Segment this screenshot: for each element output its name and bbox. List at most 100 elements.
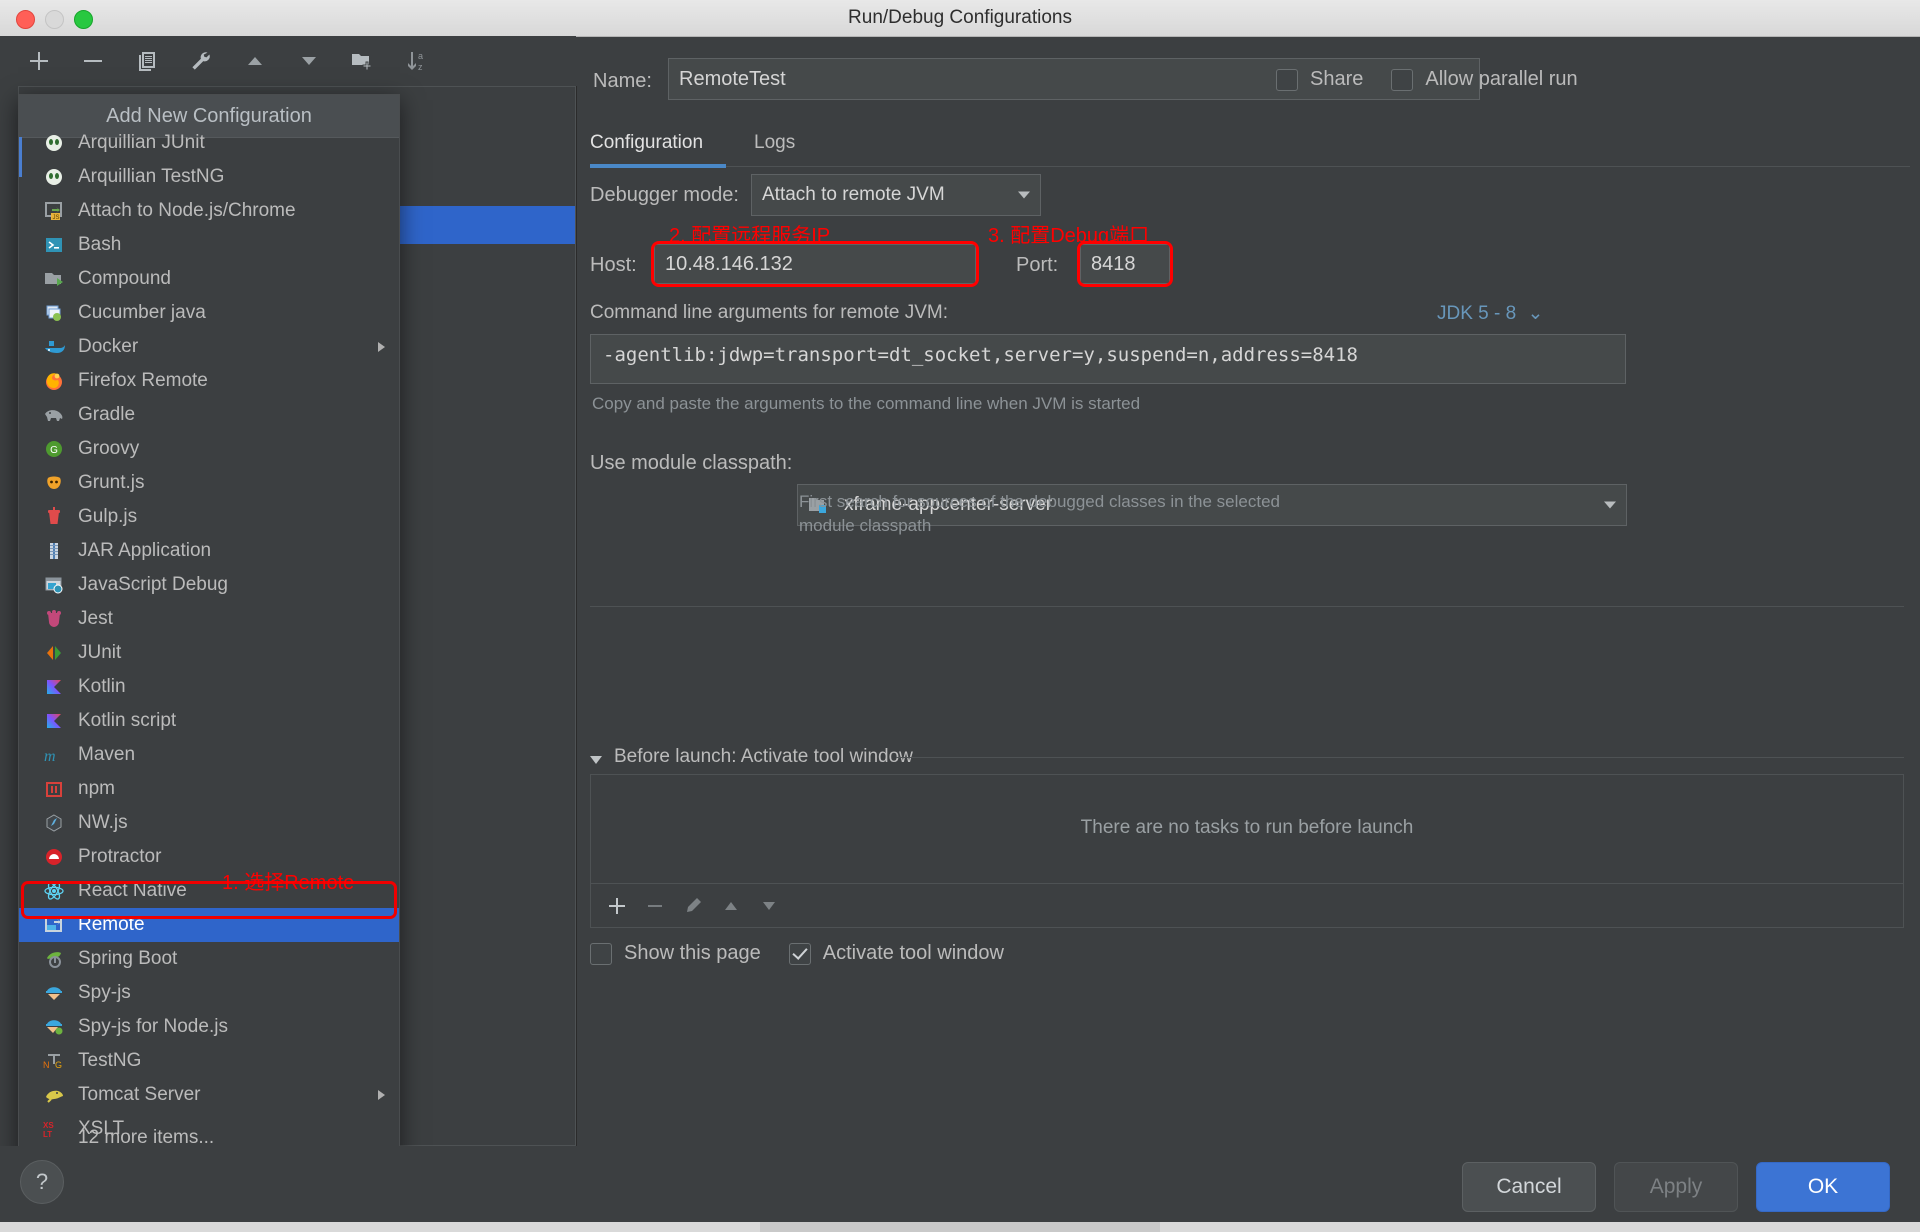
before-launch-rule [896,757,1904,758]
popup-item-remote[interactable]: Remote [19,908,399,942]
popup-item-label: Spy-js [78,982,131,1003]
popup-item-label: JavaScript Debug [78,574,228,595]
popup-item-javascript-debug[interactable]: JavaScript Debug [19,568,399,602]
move-task-up-button[interactable] [715,890,747,922]
allow-parallel-run-checkbox[interactable] [1391,68,1414,91]
popup-item-gulp-js[interactable]: Gulp.js [19,500,399,534]
svg-text:z: z [418,62,423,72]
remove-task-button[interactable] [639,890,671,922]
popup-item-grunt-js[interactable]: Grunt.js [19,466,399,500]
activate-tool-window-checkbox[interactable] [788,942,811,965]
popup-item-list: Arquillian JUnit Arquillian TestNG JS Attac… [19,126,399,1146]
popup-item-label: Firefox Remote [78,370,208,391]
share-checkbox[interactable] [1276,68,1298,91]
copy-configuration-button[interactable] [130,44,164,78]
popup-item-jar-application[interactable]: JAR Application [19,534,399,568]
before-launch-toolbar [590,884,1904,928]
popup-item-compound[interactable]: Compound [19,262,399,296]
popup-item-cucumber-java[interactable]: Cucumber java [19,296,399,330]
popup-item-junit[interactable]: JUnit [19,636,399,670]
edit-templates-button[interactable] [184,44,218,78]
apply-button[interactable]: Apply [1614,1162,1738,1212]
react-native-icon [41,880,67,902]
move-task-down-button[interactable] [753,890,785,922]
arquillian-junit-icon [41,132,67,154]
edit-task-button[interactable] [677,890,709,922]
before-launch-options: Show this page Activate tool window [590,942,1004,965]
docker-whale-icon [41,336,67,358]
name-label: Name: [593,70,652,92]
window-title: Run/Debug Configurations [848,7,1072,28]
svg-text:JS: JS [53,215,60,221]
move-down-button[interactable] [292,44,326,78]
popup-item-label: Kotlin script [78,710,177,731]
popup-item-kotlin[interactable]: Kotlin [19,670,399,704]
attach-node-icon: JS [41,200,67,222]
popup-item-docker[interactable]: Docker [19,330,399,364]
jdk-version-label: JDK 5 - 8 [1437,303,1517,324]
configuration-tab-content: Debugger mode: Attach to remote JVM 2. 配… [576,166,1920,607]
before-launch-empty-text: There are no tasks to run before launch [1080,817,1414,838]
protractor-icon [41,846,67,868]
help-button[interactable]: ? [20,1160,64,1204]
jdk-version-selector[interactable]: JDK 5 - 8 ⌄ [1437,302,1543,325]
popup-item-npm[interactable]: npm [19,772,399,806]
popup-item-tomcat-server[interactable]: Tomcat Server [19,1078,399,1112]
popup-item-gradle[interactable]: Gradle [19,398,399,432]
annotation-select-remote: 1. 选择Remote [222,872,355,894]
add-configuration-button[interactable] [22,44,56,78]
debugger-mode-select[interactable]: Attach to remote JVM [751,174,1041,216]
popup-item-label: Arquillian TestNG [78,166,225,187]
tab-logs[interactable]: Logs [754,122,795,164]
popup-item-firefox-remote[interactable]: Firefox Remote [19,364,399,398]
popup-item-spy-js[interactable]: Spy-js [19,976,399,1010]
popup-item-label: npm [78,778,115,799]
kotlin-icon [41,676,67,698]
sort-alphabetically-button[interactable]: a z [400,44,434,78]
bash-terminal-icon [41,234,67,256]
svg-text:N: N [43,1060,50,1070]
popup-item-label: Tomcat Server [78,1084,201,1105]
popup-item-maven[interactable]: m Maven [19,738,399,772]
new-folder-button[interactable] [346,44,380,78]
cancel-button[interactable]: Cancel [1462,1162,1596,1212]
gulp-icon [41,506,67,528]
popup-item-jest[interactable]: Jest [19,602,399,636]
show-this-page-checkbox[interactable] [590,942,612,965]
popup-item-groovy[interactable]: G Groovy [19,432,399,466]
javascript-debug-icon [41,574,67,596]
activate-tool-window-label: Activate tool window [822,942,1004,964]
popup-item-label: Protractor [78,846,162,867]
show-this-page-label: Show this page [624,942,761,964]
classpath-hint-line-1: First search for sources of the debugged… [799,492,1280,511]
popup-item-nw-js[interactable]: NW.js [19,806,399,840]
popup-item-label: Docker [78,336,139,357]
popup-item-arquillian-testng[interactable]: Arquillian TestNG [19,160,399,194]
popup-item-spring-boot[interactable]: Spring Boot [19,942,399,976]
allow-parallel-run-label: Allow parallel run [1425,68,1578,90]
popup-item-label: JUnit [78,642,122,663]
add-task-button[interactable] [601,890,633,922]
jest-icon [41,608,67,630]
popup-item-arquillian-junit[interactable]: Arquillian JUnit [19,126,399,160]
popup-item-label: Gradle [78,404,136,425]
collapse-triangle-icon[interactable] [590,756,602,764]
gradle-elephant-icon [41,404,67,426]
spyjs-icon [41,982,67,1004]
popup-item-label: Groovy [78,438,140,459]
popup-item-testng[interactable]: N G TestNG [19,1044,399,1078]
name-row: Name: RemoteTest Share Allow parallel ru… [576,58,1920,104]
popup-item-kotlin-script[interactable]: Kotlin script [19,704,399,738]
popup-item-bash[interactable]: Bash [19,228,399,262]
popup-item-attach-to-node-js-chrome[interactable]: JS Attach to Node.js/Chrome [19,194,399,228]
remove-configuration-button[interactable] [76,44,110,78]
before-launch-task-list[interactable]: There are no tasks to run before launch [590,774,1904,884]
spring-boot-icon [41,948,67,970]
ok-button[interactable]: OK [1756,1162,1890,1212]
port-input[interactable]: 8418 [1080,244,1170,284]
command-line-args-textarea[interactable]: -agentlib:jdwp=transport=dt_socket,serve… [590,334,1626,384]
move-up-button[interactable] [238,44,272,78]
popup-item-spy-js-for-node-js[interactable]: Spy-js for Node.js [19,1010,399,1044]
tab-configuration[interactable]: Configuration [590,122,703,164]
host-input[interactable]: 10.48.146.132 [654,244,976,284]
